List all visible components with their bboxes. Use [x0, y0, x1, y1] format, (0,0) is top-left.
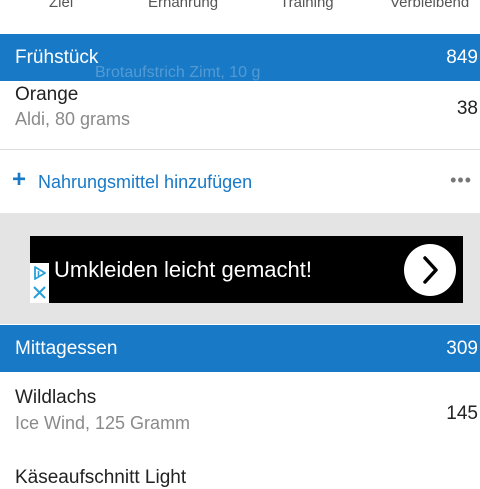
- breakfast-calories: 849: [446, 47, 478, 68]
- chevron-right-icon: [423, 256, 438, 284]
- summary-exercise-label: Training: [280, 0, 334, 11]
- summary-bar: Ziel Ernährung Training Verbleibend: [0, 0, 480, 34]
- ad-container: Umkleiden leicht gemacht!: [0, 213, 480, 324]
- adchoices-icon[interactable]: [30, 263, 49, 283]
- food-item-name: Wildlachs: [15, 387, 97, 408]
- food-item-orange[interactable]: Orange Aldi, 80 grams 38: [0, 81, 480, 149]
- ad-choices-panel: [30, 263, 49, 303]
- add-food-row[interactable]: + Nahrungsmittel hinzufügen •••: [0, 150, 480, 213]
- food-item-wildlachs[interactable]: Wildlachs Ice Wind, 125 Gramm 145: [0, 372, 480, 452]
- breakfast-title: Frühstück: [15, 47, 99, 68]
- plus-icon: +: [12, 166, 27, 193]
- food-item-name: Orange: [15, 84, 79, 105]
- lunch-header[interactable]: Mittagessen 309: [0, 325, 480, 372]
- summary-remaining-label: Verbleibend: [390, 0, 470, 11]
- ad-text: Umkleiden leicht gemacht!: [54, 257, 313, 282]
- close-icon[interactable]: [30, 283, 49, 303]
- lunch-calories: 309: [446, 338, 478, 359]
- summary-goal-label: Ziel: [49, 0, 74, 11]
- more-horizontal-icon[interactable]: •••: [450, 170, 472, 191]
- food-item-calories: 38: [456, 98, 478, 119]
- scrolled-item-ghost: Brotaufstrich Zimt, 10 g: [95, 64, 261, 81]
- lunch-title: Mittagessen: [15, 338, 118, 359]
- food-item-kaeseaufschnitt[interactable]: Käseaufschnitt Light: [0, 452, 480, 488]
- food-item-detail: Ice Wind, 125 Gramm: [15, 413, 191, 433]
- add-food-button[interactable]: Nahrungsmittel hinzufügen: [38, 172, 252, 193]
- food-item-detail: Aldi, 80 grams: [15, 109, 131, 129]
- food-item-name: Käseaufschnitt Light: [15, 467, 187, 488]
- ad-open-button[interactable]: [404, 244, 456, 296]
- food-item-calories: 145: [446, 403, 478, 424]
- summary-food-label: Ernährung: [148, 0, 219, 11]
- breakfast-header[interactable]: Brotaufstrich Zimt, 10 g Frühstück 849: [0, 34, 480, 81]
- ad-banner[interactable]: Umkleiden leicht gemacht!: [30, 236, 463, 303]
